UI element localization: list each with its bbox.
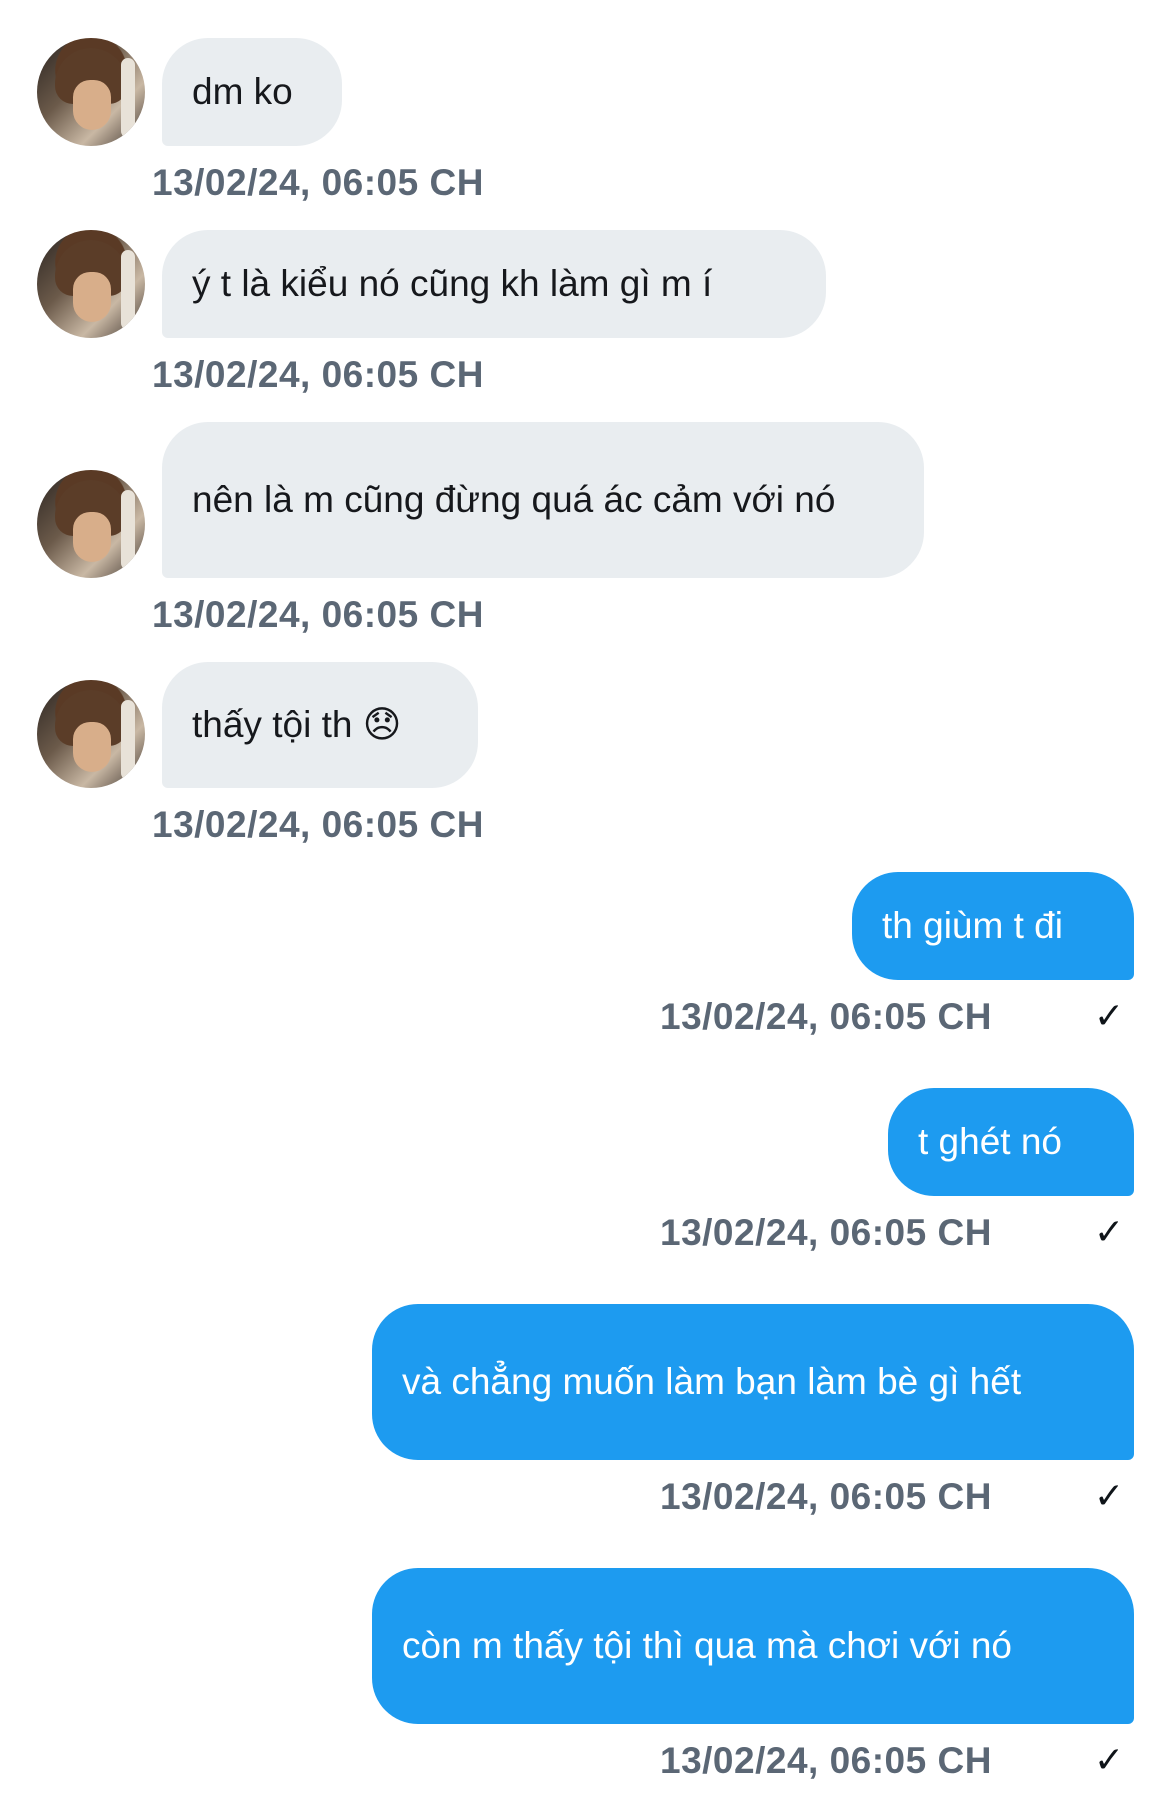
sent-check-icon: ✓ [1094,1476,1125,1517]
sent-check-icon: ✓ [1094,1212,1125,1253]
message-bubble-outgoing[interactable]: còn m thấy tội thì qua mà chơi với nó [372,1568,1134,1724]
message-text: ý t là kiểu nó cũng kh làm gì m í [192,263,713,304]
message-bubble-outgoing[interactable]: t ghét nó [888,1088,1134,1196]
message-timestamp: 13/02/24, 06:05 CH [152,354,484,395]
message-text: còn m thấy tội thì qua mà chơi với nó [402,1625,1012,1666]
sent-check-icon: ✓ [1094,1740,1125,1781]
sent-check-icon: ✓ [1094,996,1125,1037]
contact-avatar[interactable] [37,230,145,338]
message-text: và chẳng muốn làm bạn làm bè gì hết [402,1361,1022,1402]
message-timestamp: 13/02/24, 06:05 CH [660,996,992,1037]
message-text: dm ko [192,71,293,112]
message-timestamp: 13/02/24, 06:05 CH [152,162,484,203]
message-text: thấy tội th 😞 [192,704,402,745]
message-bubble-outgoing[interactable]: th giùm t đi [852,872,1134,980]
contact-avatar[interactable] [37,38,145,146]
contact-avatar[interactable] [37,470,145,578]
message-timestamp: 13/02/24, 06:05 CH [660,1212,992,1253]
message-text: nên là m cũng đừng quá ác cảm với nó [192,479,836,520]
message-timestamp: 13/02/24, 06:05 CH [152,594,484,635]
contact-avatar[interactable] [37,680,145,788]
message-text: t ghét nó [918,1121,1063,1162]
message-timestamp: 13/02/24, 06:05 CH [152,804,484,845]
message-bubble-outgoing[interactable]: và chẳng muốn làm bạn làm bè gì hết [372,1304,1134,1460]
message-timestamp: 13/02/24, 06:05 CH [660,1740,992,1781]
message-bubble-incoming[interactable]: nên là m cũng đừng quá ác cảm với nó [162,422,924,578]
message-bubble-incoming[interactable]: thấy tội th 😞 [162,662,478,788]
message-text: th giùm t đi [882,905,1063,946]
message-timestamp: 13/02/24, 06:05 CH [660,1476,992,1517]
message-bubble-incoming[interactable]: dm ko [162,38,342,146]
message-bubble-incoming[interactable]: ý t là kiểu nó cũng kh làm gì m í [162,230,826,338]
